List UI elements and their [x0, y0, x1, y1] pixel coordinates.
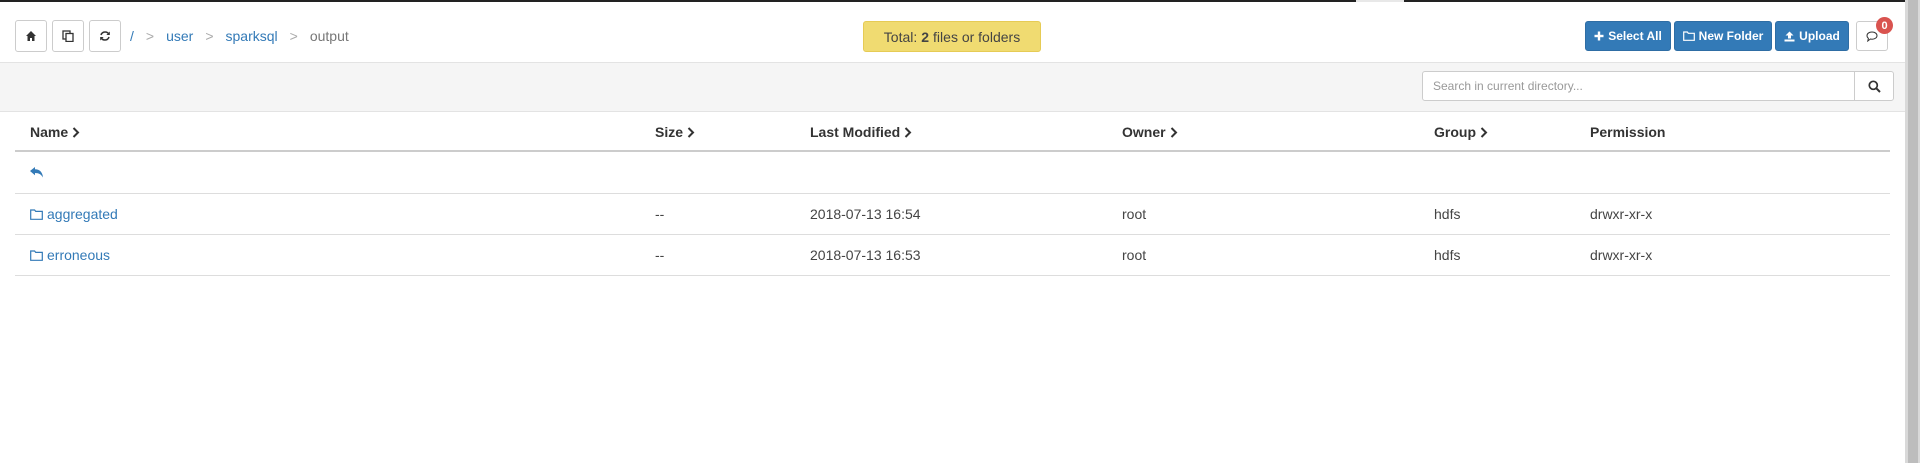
copy-icon: [62, 30, 74, 42]
group-cell: hdfs: [1434, 206, 1461, 222]
folder-icon: [30, 208, 43, 220]
size-cell: --: [655, 247, 665, 263]
refresh-icon: [100, 31, 110, 41]
group-cell: hdfs: [1434, 247, 1461, 263]
select-all-button[interactable]: Select All: [1585, 21, 1671, 51]
new-folder-button[interactable]: New Folder: [1674, 21, 1772, 51]
folder-icon: [30, 249, 43, 261]
modified-cell: 2018-07-13 16:54: [810, 206, 921, 222]
column-header-permission: Permission: [1590, 124, 1665, 140]
column-header-name[interactable]: Name: [30, 124, 80, 140]
breadcrumb: / > user > sparksql > output: [130, 28, 349, 44]
window-top-gap: [1356, 0, 1404, 2]
upload-label: Upload: [1799, 29, 1840, 43]
search-input[interactable]: [1422, 71, 1855, 101]
chevron-right-icon: [72, 126, 80, 138]
notification-count-badge: 0: [1876, 17, 1893, 34]
chevron-right-icon: [1480, 126, 1488, 138]
column-header-size[interactable]: Size: [655, 124, 695, 140]
folder-link[interactable]: aggregated: [30, 206, 118, 222]
scrollbar-thumb[interactable]: [1908, 0, 1918, 463]
breadcrumb-separator: >: [145, 28, 155, 44]
chevron-right-icon: [687, 126, 695, 138]
home-button[interactable]: [15, 20, 47, 52]
column-label: Size: [655, 124, 684, 140]
window-top-border: [0, 0, 1920, 2]
owner-cell: root: [1122, 206, 1147, 222]
table-row[interactable]: erroneous -- 2018-07-13 16:53 root hdfs …: [15, 235, 1890, 276]
refresh-button[interactable]: [89, 20, 121, 52]
folder-link[interactable]: erroneous: [30, 247, 110, 263]
modified-cell: 2018-07-13 16:53: [810, 247, 921, 263]
search-icon: [1867, 79, 1881, 93]
folder-name: erroneous: [47, 247, 111, 263]
new-folder-label: New Folder: [1698, 29, 1764, 43]
total-count-badge: Total: 2 files or folders: [863, 21, 1041, 52]
owner-cell: root: [1122, 247, 1147, 263]
breadcrumb-root[interactable]: /: [130, 28, 134, 44]
chevron-right-icon: [1170, 126, 1177, 138]
column-label: Name: [30, 124, 69, 140]
breadcrumb-separator: >: [205, 28, 214, 44]
column-label: Permission: [1590, 124, 1666, 140]
total-prefix: Total:: [883, 28, 918, 45]
plus-icon: [1594, 31, 1604, 41]
size-cell: --: [655, 206, 665, 222]
select-all-label: Select All: [1608, 29, 1662, 43]
table-row[interactable]: aggregated -- 2018-07-13 16:54 root hdfs…: [15, 194, 1890, 235]
column-label: Owner: [1122, 124, 1166, 140]
search-button[interactable]: [1854, 71, 1894, 101]
parent-directory-row[interactable]: [15, 153, 1890, 194]
breadcrumb-separator: >: [289, 28, 298, 44]
permission-cell: drwxr-xr-x: [1590, 206, 1653, 222]
folder-name: aggregated: [47, 206, 118, 222]
upload-button[interactable]: Upload: [1775, 21, 1849, 51]
home-icon: [26, 31, 36, 41]
column-label: Last Modified: [810, 124, 901, 140]
total-suffix: files or folders: [933, 28, 1021, 45]
column-header-group[interactable]: Group: [1434, 124, 1488, 140]
comment-icon: [1866, 30, 1878, 42]
breadcrumb-current: output: [309, 28, 349, 44]
table-header: Name Size Last Modified Owner Group Perm…: [15, 112, 1890, 152]
column-label: Group: [1434, 124, 1476, 140]
column-header-owner[interactable]: Owner: [1122, 124, 1178, 140]
folder-icon: [1682, 31, 1695, 41]
copy-path-button[interactable]: [52, 20, 84, 52]
breadcrumb-item-sparksql[interactable]: sparksql: [226, 28, 278, 44]
vertical-scrollbar[interactable]: [1905, 0, 1920, 463]
column-header-last-modified[interactable]: Last Modified: [810, 124, 912, 140]
breadcrumb-item-user[interactable]: user: [166, 28, 193, 44]
chevron-right-icon: [905, 126, 912, 138]
permission-cell: drwxr-xr-x: [1590, 247, 1653, 263]
total-count: 2: [921, 28, 930, 45]
back-icon[interactable]: [29, 166, 44, 182]
upload-icon: [1784, 31, 1795, 41]
